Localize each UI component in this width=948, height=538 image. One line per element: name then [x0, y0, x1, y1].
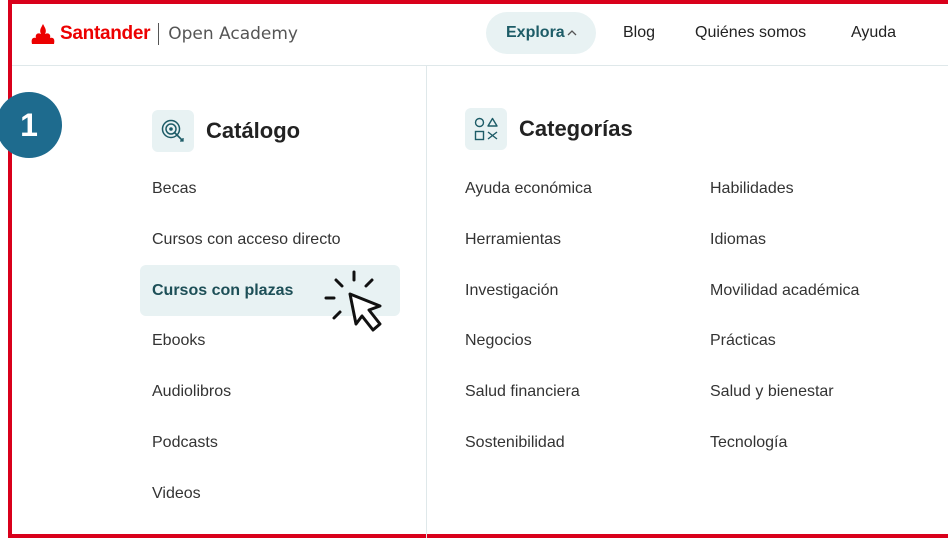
category-item-practicas[interactable]: Prácticas [710, 329, 776, 353]
catalog-item-becas[interactable]: Becas [152, 177, 196, 201]
logo-separator [158, 23, 160, 45]
category-item-idiomas[interactable]: Idiomas [710, 228, 766, 252]
column-divider [426, 66, 427, 538]
nav-blog[interactable]: Blog [623, 12, 655, 54]
shapes-icon [465, 108, 507, 150]
category-item-negocios[interactable]: Negocios [465, 329, 532, 353]
category-item-ayuda-economica[interactable]: Ayuda económica [465, 177, 592, 201]
category-item-salud-bienestar[interactable]: Salud y bienestar [710, 380, 834, 404]
catalog-header: Catálogo [152, 110, 300, 152]
category-item-movilidad-academica[interactable]: Movilidad académica [710, 279, 859, 303]
catalog-item-cursos-con-plazas[interactable]: Cursos con plazas [152, 279, 293, 303]
nav-explora[interactable]: Explora [486, 12, 596, 54]
catalog-item-cursos-acceso-directo[interactable]: Cursos con acceso directo [152, 228, 341, 252]
catalog-item-ebooks[interactable]: Ebooks [152, 329, 205, 353]
nav-quienes-somos[interactable]: Quiénes somos [695, 12, 806, 54]
santander-logo[interactable]: Santander Open Academy [30, 19, 298, 49]
target-search-icon [152, 110, 194, 152]
brand-name: Santander [60, 23, 151, 44]
category-item-investigacion[interactable]: Investigación [465, 279, 558, 303]
catalog-item-podcasts[interactable]: Podcasts [152, 431, 218, 455]
category-item-salud-financiera[interactable]: Salud financiera [465, 380, 580, 404]
top-navbar: Santander Open Academy Explora Blog Quié… [12, 4, 948, 66]
catalog-item-videos[interactable]: Videos [152, 482, 201, 506]
category-item-habilidades[interactable]: Habilidades [710, 177, 794, 201]
click-cursor-icon [324, 270, 382, 332]
nav-ayuda[interactable]: Ayuda [851, 12, 896, 54]
category-item-tecnologia[interactable]: Tecnología [710, 431, 787, 455]
category-item-sostenibilidad[interactable]: Sostenibilidad [465, 431, 565, 455]
catalog-title: Catálogo [206, 118, 301, 143]
chevron-up-icon [567, 30, 577, 36]
categories-header: Categorías [465, 108, 633, 150]
nav-explora-label: Explora [506, 24, 565, 41]
category-item-herramientas[interactable]: Herramientas [465, 228, 561, 252]
brand-subtitle: Open Academy [168, 24, 298, 44]
santander-flame-icon [31, 24, 55, 44]
catalog-item-audiolibros[interactable]: Audiolibros [152, 380, 231, 404]
categories-title: Categorías [519, 116, 633, 141]
